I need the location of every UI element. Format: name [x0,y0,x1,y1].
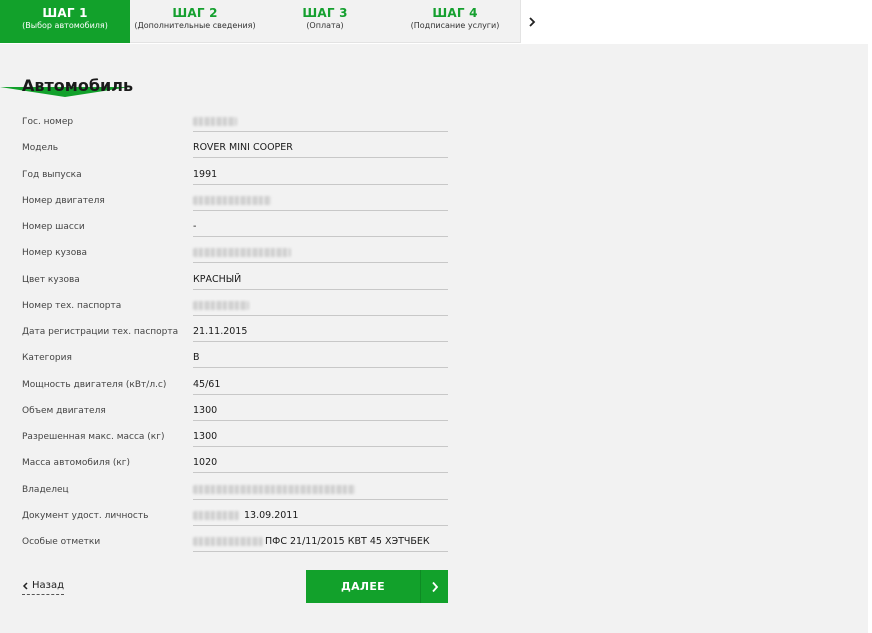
field-underline [193,394,448,395]
field-label: Номер шасси [22,222,85,232]
step-1-subtitle: (Выбор автомобиля) [22,21,108,30]
field-label: Объем двигателя [22,406,106,416]
field-label: Модель [22,143,59,153]
field-underline [193,551,448,552]
next-button[interactable]: ДАЛЕЕ [306,570,448,603]
field-label: Владелец [22,485,69,495]
chevron-left-icon [22,581,28,590]
field-underline [193,262,448,263]
wizard-stepper: ШАГ 1 (Выбор автомобиля) ШАГ 2 (Дополнит… [0,0,542,43]
step-1-tab[interactable]: ШАГ 1 (Выбор автомобиля) [0,0,130,43]
field-underline [193,446,448,447]
field-model: Модель ROVER MINI COOPER [0,137,460,163]
field-underline [193,367,448,368]
field-vehicle-mass: Масса автомобиля (кг) 1020 [0,452,460,478]
field-value: 1020 [193,457,218,468]
field-tech-passport-number: Номер тех. паспорта [0,295,460,321]
next-button-arrow [420,570,448,603]
field-label: Гос. номер [22,117,74,127]
field-value: ПФС 21/11/2015 КВТ 45 ХЭТЧБЕК [193,536,430,547]
field-special-notes: Особые отметки ПФС 21/11/2015 КВТ 45 ХЭТ… [0,531,460,557]
step-2-subtitle: (Дополнительные сведения) [134,21,256,30]
field-engine-volume: Объем двигателя 1300 [0,400,460,426]
field-label: Категория [22,353,72,363]
field-value: 13.09.2011 [193,510,298,521]
field-value: ROVER MINI COOPER [193,142,293,153]
back-link-label: Назад [32,580,65,591]
field-label: Масса автомобиля (кг) [22,458,131,468]
field-engine-power: Мощность двигателя (кВт/л.с) 45/61 [0,374,460,400]
chevron-right-icon [528,16,535,27]
field-value-redacted [193,116,237,127]
field-value: 45/61 [193,379,221,390]
field-chassis-number: Номер шасси - [0,216,460,242]
field-underline [193,315,448,316]
step-2-title: ШАГ 2 [172,6,218,20]
field-underline [193,289,448,290]
step-3-tab[interactable]: ШАГ 3 (Оплата) [260,0,390,43]
field-label: Цвет кузова [22,275,80,285]
field-value: 1300 [193,431,218,442]
field-label: Особые отметки [22,537,101,547]
field-label: Дата регистрации тех. паспорта [22,327,179,337]
field-value-redacted [193,195,271,206]
field-value-text: ПФС 21/11/2015 КВТ 45 ХЭТЧБЕК [265,536,430,547]
field-tech-passport-date: Дата регистрации тех. паспорта 21.11.201… [0,321,460,347]
field-value-redacted [193,247,291,258]
stepper-next-button[interactable] [520,0,542,43]
step-4-title: ШАГ 4 [432,6,478,20]
step-2-tab[interactable]: ШАГ 2 (Дополнительные сведения) [130,0,260,43]
field-underline [193,341,448,342]
field-label: Разрешенная макс. масса (кг) [22,432,165,442]
field-body-color: Цвет кузова КРАСНЫЙ [0,269,460,295]
field-label: Мощность двигателя (кВт/л.с) [22,380,167,390]
field-underline [193,525,448,526]
back-link[interactable]: Назад [22,580,65,595]
field-id-document: Документ удост. личность 13.09.2011 [0,505,460,531]
step-3-title: ШАГ 3 [302,6,348,20]
field-underline [193,184,448,185]
field-plate-number: Гос. номер [0,111,460,137]
field-label: Документ удост. личность [22,511,149,521]
field-underline [193,210,448,211]
field-year: Год выпуска 1991 [0,164,460,190]
step-1-title: ШАГ 1 [42,6,88,20]
field-value-redacted [193,484,355,495]
redacted-prefix [193,511,239,520]
field-label: Год выпуска [22,170,82,180]
step-4-tab[interactable]: ШАГ 4 (Подписание услуги) [390,0,520,43]
redacted-prefix [193,537,263,546]
field-underline [193,472,448,473]
field-engine-number: Номер двигателя [0,190,460,216]
field-owner: Владелец [0,479,460,505]
next-button-label: ДАЛЕЕ [341,580,385,593]
field-label: Номер кузова [22,248,88,258]
step-4-subtitle: (Подписание услуги) [410,21,500,30]
field-value: 1991 [193,169,218,180]
field-value: - [193,221,197,232]
field-underline [193,236,448,237]
field-category: Категория B [0,347,460,373]
field-body-number: Номер кузова [0,242,460,268]
field-value: B [193,352,200,363]
field-value: 1300 [193,405,218,416]
field-underline [193,499,448,500]
field-value-redacted [193,300,249,311]
field-underline [193,131,448,132]
step-3-subtitle: (Оплата) [306,21,344,30]
field-underline [193,420,448,421]
section-title: Автомобиль [22,76,134,95]
field-label: Номер двигателя [22,196,105,206]
field-value: 21.11.2015 [193,326,248,337]
field-max-mass: Разрешенная макс. масса (кг) 1300 [0,426,460,452]
chevron-right-icon [431,581,438,592]
field-value-text: 13.09.2011 [244,510,299,521]
field-label: Номер тех. паспорта [22,301,122,311]
field-value: КРАСНЫЙ [193,274,242,285]
field-underline [193,157,448,158]
vehicle-panel: Автомобиль Гос. номер Модель ROVER MINI … [0,44,868,633]
